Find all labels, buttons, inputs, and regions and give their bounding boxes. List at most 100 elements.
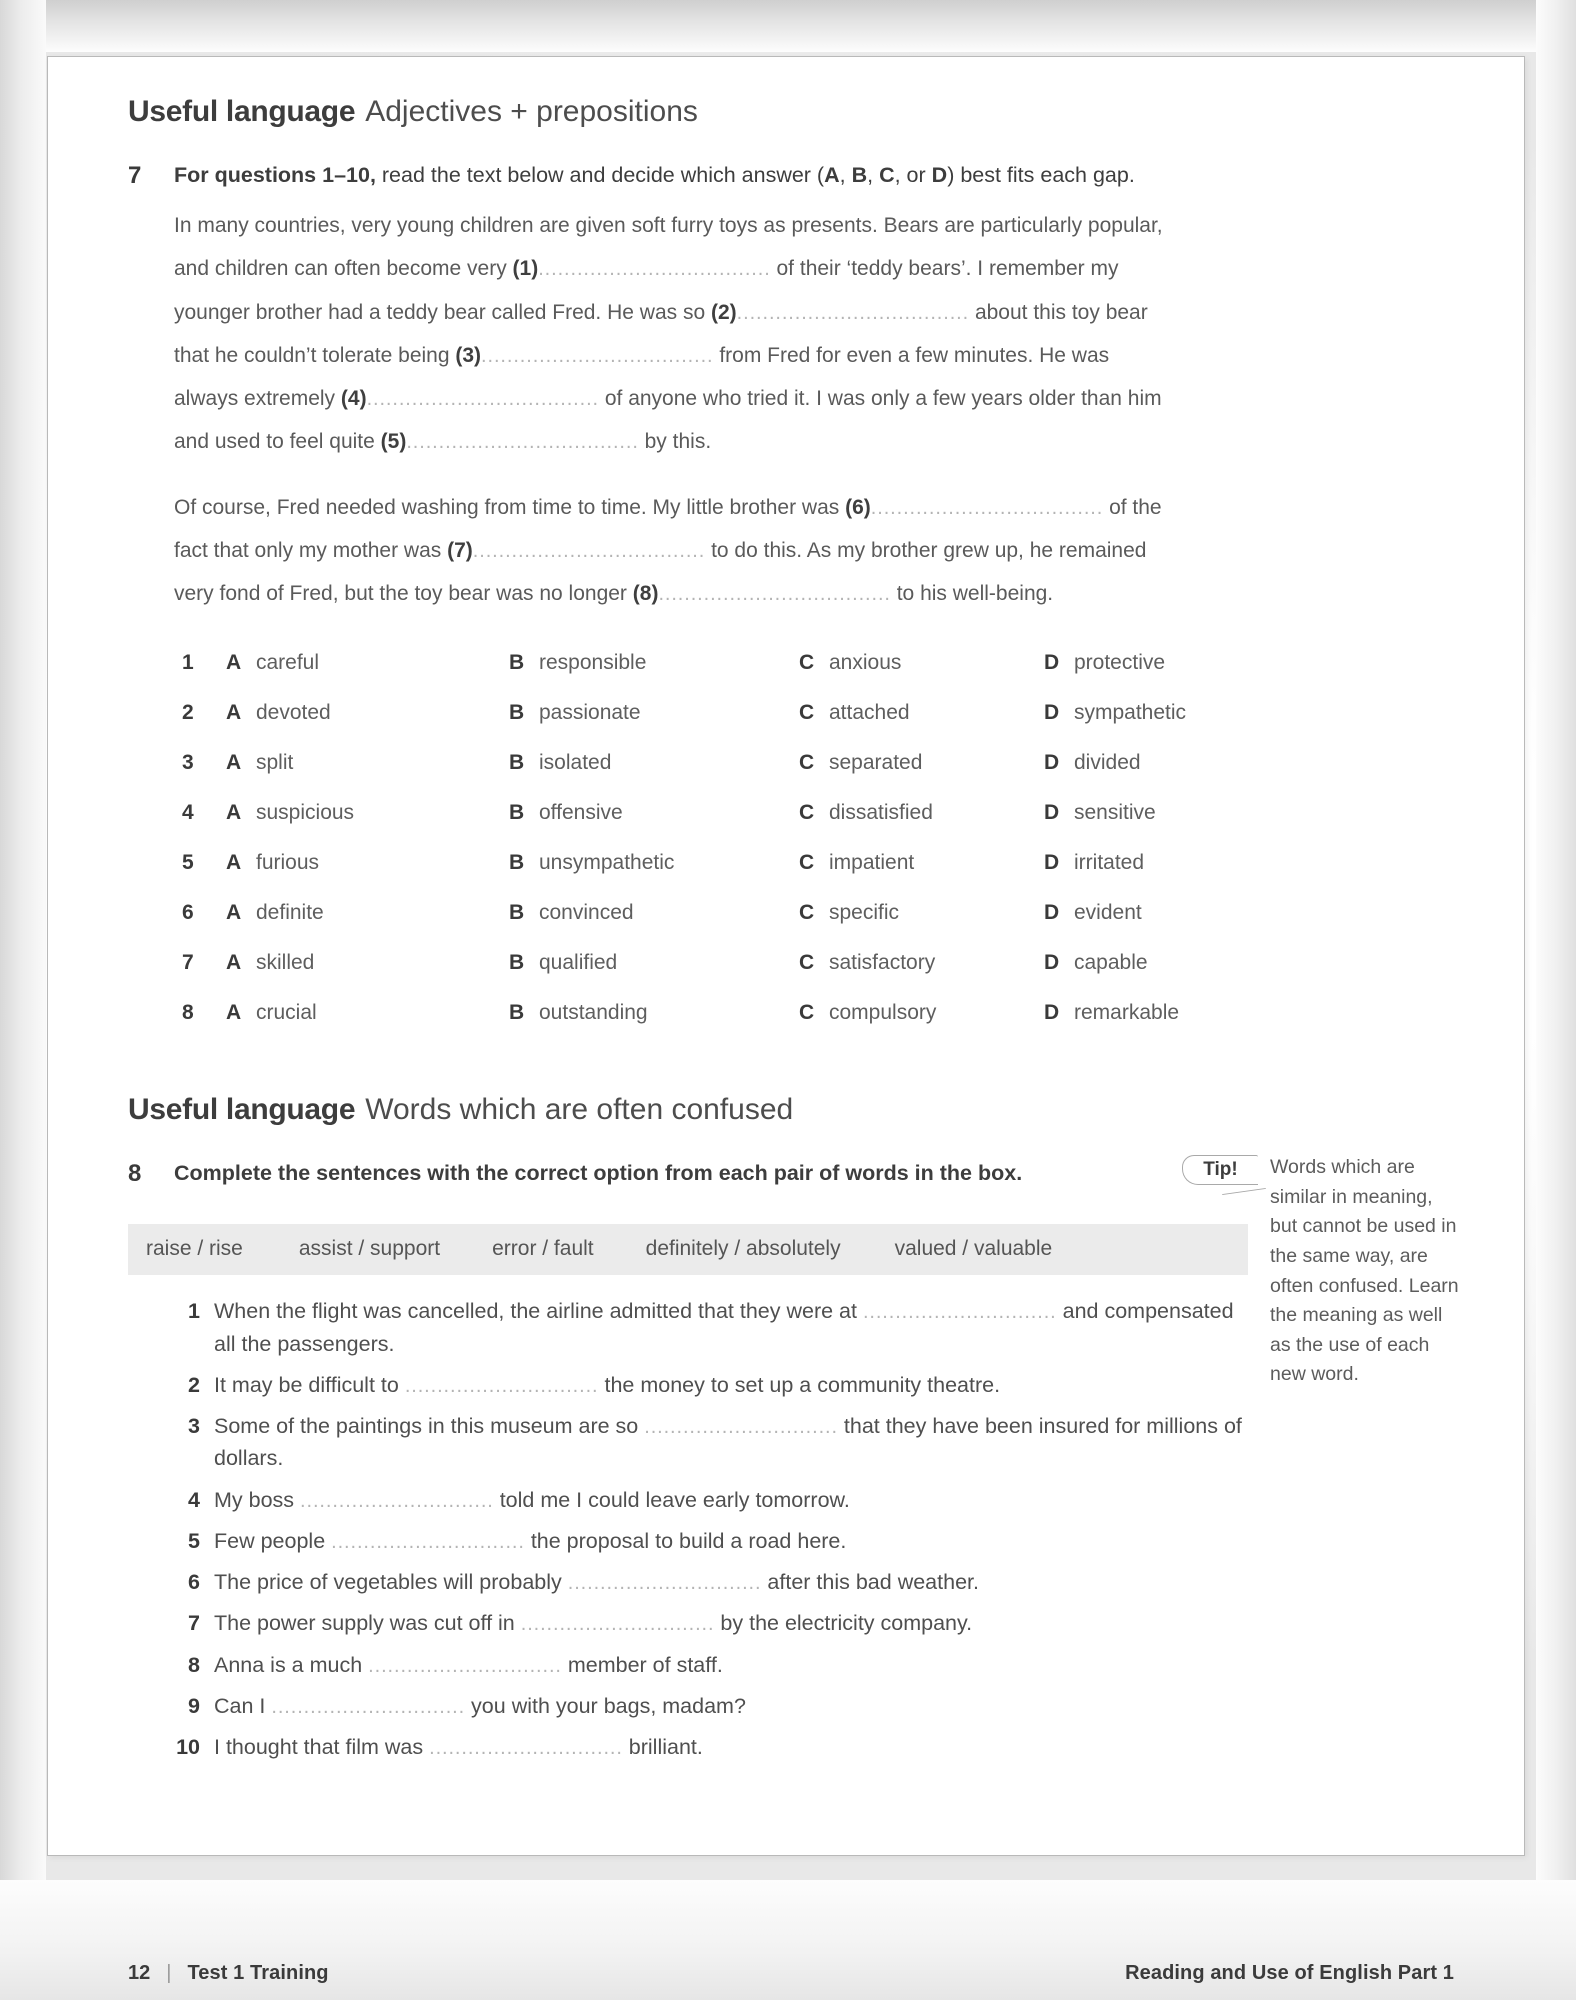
- sentence-gap-dots[interactable]: ..............................: [863, 1301, 1057, 1323]
- tip-tag-wrapper: Tip! Words which are similar in meaning,…: [1182, 1155, 1459, 1385]
- option-letter: D: [1044, 851, 1060, 875]
- gap-dots-2: ....................................: [736, 301, 970, 324]
- option-choice-b[interactable]: Boutstanding: [509, 1001, 799, 1025]
- option-letter: A: [226, 1001, 242, 1025]
- sentence-number: 4: [188, 1487, 200, 1512]
- option-choice-d[interactable]: Dsympathetic: [1044, 701, 1284, 725]
- sentence-text-before: Few people: [214, 1528, 332, 1553]
- option-letter: A: [226, 951, 242, 975]
- option-row-number: 4: [182, 801, 194, 825]
- option-choice-d[interactable]: Dprotective: [1044, 651, 1284, 675]
- sentence-gap-dots[interactable]: ..............................: [368, 1655, 562, 1677]
- rubric-tail: ) best fits each gap.: [947, 162, 1135, 187]
- option-row-number: 6: [182, 901, 194, 925]
- option-choice-c[interactable]: Cseparated: [799, 751, 1044, 775]
- gap-dots-3: ....................................: [481, 344, 714, 367]
- option-row-number: 2: [182, 701, 194, 725]
- option-row-number: 7: [182, 951, 194, 975]
- sentence-gap-dots[interactable]: ..............................: [644, 1416, 838, 1438]
- option-letter: C: [799, 1001, 815, 1025]
- option-choice-d[interactable]: Dremarkable: [1044, 1001, 1284, 1025]
- rubric-letter-a: A: [824, 162, 840, 187]
- sentence-number: 1: [188, 1299, 200, 1324]
- sentence-text-after: brilliant.: [622, 1735, 703, 1760]
- rubric-rest: read the text below and decide which ans…: [375, 162, 825, 187]
- option-choice-d[interactable]: Dirritated: [1044, 851, 1284, 875]
- heading-1-strong: Useful language: [128, 95, 356, 128]
- option-choice-a[interactable]: Asplit: [226, 751, 509, 775]
- option-choice-d[interactable]: Dsensitive: [1044, 801, 1284, 825]
- footer-test-label: Test 1 Training: [187, 1962, 329, 1984]
- rubric-letter-d: D: [931, 162, 948, 187]
- option-row: 5 Afurious Bunsympathetic Cimpatient Dirrita…: [182, 851, 1448, 901]
- option-choice-d[interactable]: Dcapable: [1044, 951, 1284, 975]
- option-word: compulsory: [829, 1001, 937, 1025]
- sentence-item: 3 Some of the paintings in this museum ar…: [170, 1410, 1250, 1475]
- option-choice-a[interactable]: Asuspicious: [226, 801, 509, 825]
- sentence-gap-dots[interactable]: ..............................: [331, 1531, 525, 1553]
- option-letter: D: [1044, 951, 1060, 975]
- sentence-text: When the flight was cancelled, the airli…: [214, 1295, 1250, 1360]
- option-choice-b[interactable]: Bconvinced: [509, 901, 799, 925]
- option-choice-c[interactable]: Cspecific: [799, 901, 1044, 925]
- rubric-letter-b: B: [851, 162, 868, 187]
- gap-marker-6: (6): [845, 495, 871, 519]
- gap-marker-1: (1): [512, 257, 539, 281]
- para2-text-1: Of course, Fred needed washing from time…: [174, 495, 846, 519]
- sentence-item: 7 The power supply was cut off in .......…: [170, 1607, 1250, 1639]
- gap-marker-7: (7): [447, 538, 473, 562]
- sentence-gap-dots[interactable]: ..............................: [405, 1375, 599, 1397]
- sentence-gap-dots[interactable]: ..............................: [300, 1490, 494, 1512]
- sentence-text-after: by the electricity company.: [714, 1611, 973, 1636]
- sentence-gap-dots[interactable]: ..............................: [429, 1737, 623, 1759]
- option-choice-a[interactable]: Adevoted: [226, 701, 509, 725]
- option-word: irritated: [1074, 851, 1145, 875]
- option-choice-b[interactable]: Bpassionate: [509, 701, 799, 725]
- option-word: qualified: [539, 951, 618, 975]
- option-letter: A: [226, 901, 242, 925]
- word-bank-spacer: [594, 1237, 646, 1261]
- option-letter: C: [799, 751, 815, 775]
- word-bank-item: raise / rise: [146, 1237, 243, 1261]
- sentence-gap-dots[interactable]: ..............................: [271, 1696, 465, 1718]
- option-choice-b[interactable]: Bunsympathetic: [509, 851, 799, 875]
- option-letter: C: [799, 851, 815, 875]
- option-row-number: 8: [182, 1001, 194, 1025]
- word-bank-spacer: [243, 1237, 299, 1261]
- option-choice-c[interactable]: Cattached: [799, 701, 1044, 725]
- sentence-gap-dots[interactable]: ..............................: [521, 1613, 715, 1635]
- sentence-text-before: The power supply was cut off in: [214, 1611, 521, 1636]
- option-choice-c[interactable]: Canxious: [799, 651, 1044, 675]
- word-bank-box: raise / rise assist / support error / faul…: [128, 1224, 1248, 1276]
- option-choice-a[interactable]: Afurious: [226, 851, 509, 875]
- option-choice-b[interactable]: Bresponsible: [509, 651, 799, 675]
- sentence-item: 8 Anna is a much ........................…: [170, 1649, 1250, 1681]
- option-row: 4 Asuspicious Boffensive Cdissatisfied Dsens…: [182, 801, 1448, 851]
- gap-dots-6: ....................................: [870, 496, 1104, 519]
- option-choice-c[interactable]: Cdissatisfied: [799, 801, 1044, 825]
- useful-language-heading-1: Useful language Adjectives + prepositions: [128, 95, 1448, 130]
- option-choice-d[interactable]: Devident: [1044, 901, 1284, 925]
- option-choice-a[interactable]: Askilled: [226, 951, 509, 975]
- option-letter: D: [1044, 651, 1060, 675]
- page-edge-right: [1536, 0, 1576, 2000]
- option-word: offensive: [539, 801, 623, 825]
- option-choice-b[interactable]: Bqualified: [509, 951, 799, 975]
- exercise-7-rubric: For questions 1–10, read the text below …: [174, 160, 1174, 191]
- option-choice-c[interactable]: Csatisfactory: [799, 951, 1044, 975]
- sentence-text-before: I thought that film was: [214, 1735, 430, 1760]
- option-choice-b[interactable]: Boffensive: [509, 801, 799, 825]
- option-choice-a[interactable]: Acrucial: [226, 1001, 509, 1025]
- option-choice-c[interactable]: Cimpatient: [799, 851, 1044, 875]
- sentence-gap-dots[interactable]: ..............................: [568, 1572, 762, 1594]
- sentence-text-after: after this bad weather.: [761, 1570, 979, 1595]
- option-choice-d[interactable]: Ddivided: [1044, 751, 1284, 775]
- option-row-number: 5: [182, 851, 194, 875]
- gap-marker-4: (4): [340, 387, 367, 411]
- option-word: protective: [1074, 651, 1166, 675]
- option-choice-c[interactable]: Ccompulsory: [799, 1001, 1044, 1025]
- option-choice-a[interactable]: Adefinite: [226, 901, 509, 925]
- option-choice-a[interactable]: Acareful: [226, 651, 509, 675]
- option-letter: C: [799, 651, 815, 675]
- option-choice-b[interactable]: Bisolated: [509, 751, 799, 775]
